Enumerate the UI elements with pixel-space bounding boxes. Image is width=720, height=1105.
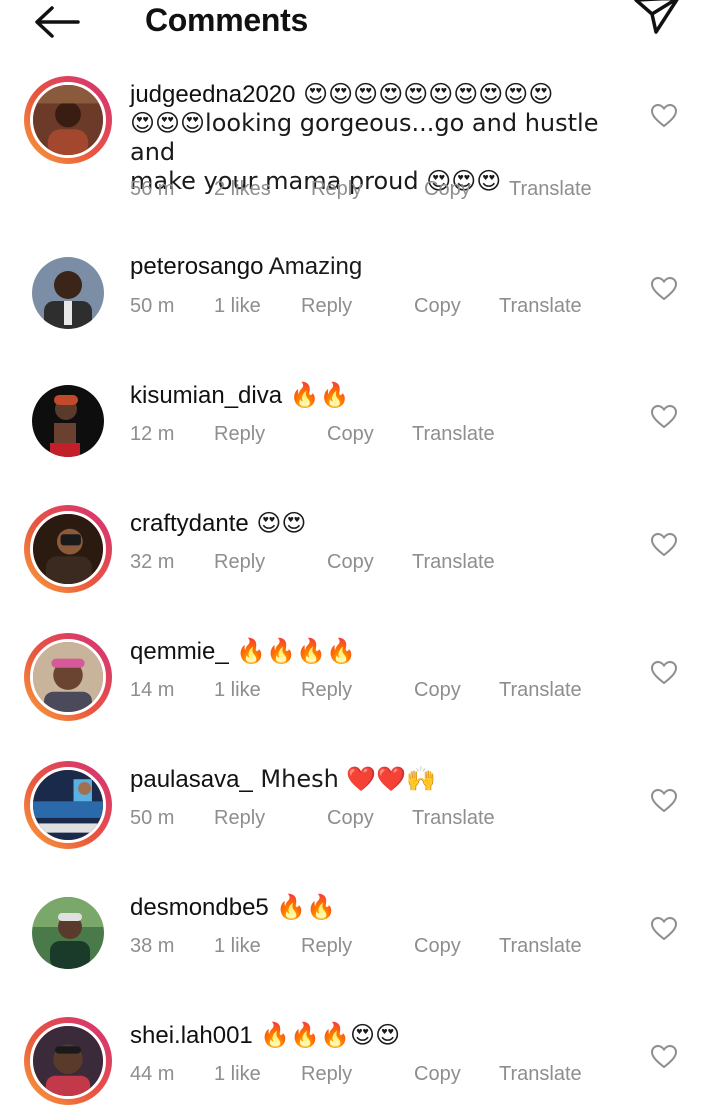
- avatar: [30, 511, 106, 587]
- comment-time: 12 m: [130, 423, 175, 445]
- heart-outline-icon[interactable]: [651, 104, 677, 128]
- likes-count[interactable]: 1 like: [214, 1063, 261, 1086]
- comment-body: Amazing: [263, 253, 363, 280]
- comment-text: kisumian_diva 🔥🔥: [130, 381, 620, 410]
- comment-username[interactable]: judgeedna2020: [130, 81, 296, 108]
- reply-button[interactable]: Reply: [311, 178, 362, 201]
- comment-time: 56 m: [130, 178, 175, 200]
- comment-time: 50 m: [130, 295, 175, 317]
- avatar: [32, 385, 104, 457]
- reply-button[interactable]: Reply: [214, 807, 265, 830]
- avatar-story-ring[interactable]: [24, 761, 112, 849]
- avatar: [30, 1023, 106, 1099]
- comment-text: qemmie_ 🔥🔥🔥🔥: [130, 637, 620, 666]
- comment-body: Mhesh ❤️❤️🙌: [252, 765, 437, 793]
- comment-username[interactable]: desmondbe5: [130, 894, 269, 921]
- comment-body: 🔥🔥🔥🔥: [228, 637, 356, 665]
- avatar: [32, 257, 104, 329]
- comment-time: 50 m: [130, 807, 175, 829]
- comment-text: paulasava_ Mhesh ❤️❤️🙌: [130, 765, 620, 794]
- reply-button[interactable]: Reply: [301, 935, 352, 958]
- copy-button[interactable]: Copy: [414, 295, 461, 318]
- avatar-story-ring[interactable]: [24, 505, 112, 593]
- avatar-story-ring[interactable]: [24, 1017, 112, 1105]
- avatar: [30, 82, 106, 158]
- translate-button[interactable]: Translate: [499, 295, 582, 318]
- translate-button[interactable]: Translate: [412, 551, 495, 574]
- reply-button[interactable]: Reply: [214, 551, 265, 574]
- avatar-wrap[interactable]: [24, 889, 112, 977]
- heart-outline-icon[interactable]: [651, 917, 677, 941]
- comment-username[interactable]: qemmie_: [130, 638, 229, 665]
- comment-time: 14 m: [130, 679, 175, 701]
- translate-button[interactable]: Translate: [499, 1063, 582, 1086]
- comment-body: 🔥🔥🔥😍😍: [252, 1021, 401, 1049]
- copy-button[interactable]: Copy: [327, 551, 374, 574]
- translate-button[interactable]: Translate: [499, 935, 582, 958]
- likes-count[interactable]: 1 like: [214, 295, 261, 318]
- comment-time: 32 m: [130, 551, 175, 573]
- reply-button[interactable]: Reply: [301, 295, 352, 318]
- heart-outline-icon[interactable]: [651, 1045, 677, 1069]
- comment-text: peterosango Amazing: [130, 253, 620, 281]
- avatar: [32, 897, 104, 969]
- comment-username[interactable]: peterosango: [130, 253, 263, 280]
- avatar-wrap[interactable]: [24, 249, 112, 337]
- comment-body: 🔥🔥: [282, 381, 350, 409]
- copy-button[interactable]: Copy: [327, 423, 374, 446]
- comment-body: 😍😍😍😍😍😍😍😍😍😍: [295, 80, 554, 108]
- comment-body: 😍😍: [248, 509, 307, 537]
- translate-button[interactable]: Translate: [499, 679, 582, 702]
- avatar-story-ring[interactable]: [24, 76, 112, 164]
- comment-text: shei.lah001 🔥🔥🔥😍😍: [130, 1021, 620, 1050]
- avatar: [30, 767, 106, 843]
- header: Comments: [0, 0, 720, 48]
- comment-time: 44 m: [130, 1063, 175, 1085]
- paper-plane-icon[interactable]: [632, 0, 682, 38]
- comment-username[interactable]: shei.lah001: [130, 1022, 253, 1049]
- avatar-story-ring[interactable]: [24, 633, 112, 721]
- heart-outline-icon[interactable]: [651, 277, 677, 301]
- avatar-wrap[interactable]: [24, 377, 112, 465]
- avatar: [30, 639, 106, 715]
- comment-body: 🔥🔥: [268, 893, 337, 921]
- translate-button[interactable]: Translate: [412, 807, 495, 830]
- comment-time: 38 m: [130, 935, 175, 957]
- translate-button[interactable]: Translate: [509, 178, 592, 201]
- comment-text: desmondbe5 🔥🔥: [130, 893, 620, 922]
- comment-username[interactable]: craftydante: [130, 510, 249, 537]
- heart-outline-icon[interactable]: [651, 533, 677, 557]
- copy-button[interactable]: Copy: [327, 807, 374, 830]
- copy-button[interactable]: Copy: [414, 679, 461, 702]
- comment-body: 😍😍😍looking gorgeous...go and hustle and: [130, 109, 599, 166]
- heart-outline-icon[interactable]: [651, 405, 677, 429]
- translate-button[interactable]: Translate: [412, 423, 495, 446]
- page-title: Comments: [145, 2, 308, 38]
- likes-count[interactable]: 2 likes: [214, 178, 271, 201]
- copy-button[interactable]: Copy: [424, 178, 471, 201]
- likes-count[interactable]: 1 like: [214, 935, 261, 958]
- comment-username[interactable]: kisumian_diva: [130, 382, 282, 409]
- copy-button[interactable]: Copy: [414, 1063, 461, 1086]
- reply-button[interactable]: Reply: [301, 679, 352, 702]
- heart-outline-icon[interactable]: [651, 789, 677, 813]
- likes-count[interactable]: 1 like: [214, 679, 261, 702]
- back-arrow-icon[interactable]: [32, 4, 82, 40]
- heart-outline-icon[interactable]: [651, 661, 677, 685]
- reply-button[interactable]: Reply: [214, 423, 265, 446]
- comment-username[interactable]: paulasava_: [130, 766, 253, 793]
- comment-text: craftydante 😍😍: [130, 509, 620, 538]
- copy-button[interactable]: Copy: [414, 935, 461, 958]
- reply-button[interactable]: Reply: [301, 1063, 352, 1086]
